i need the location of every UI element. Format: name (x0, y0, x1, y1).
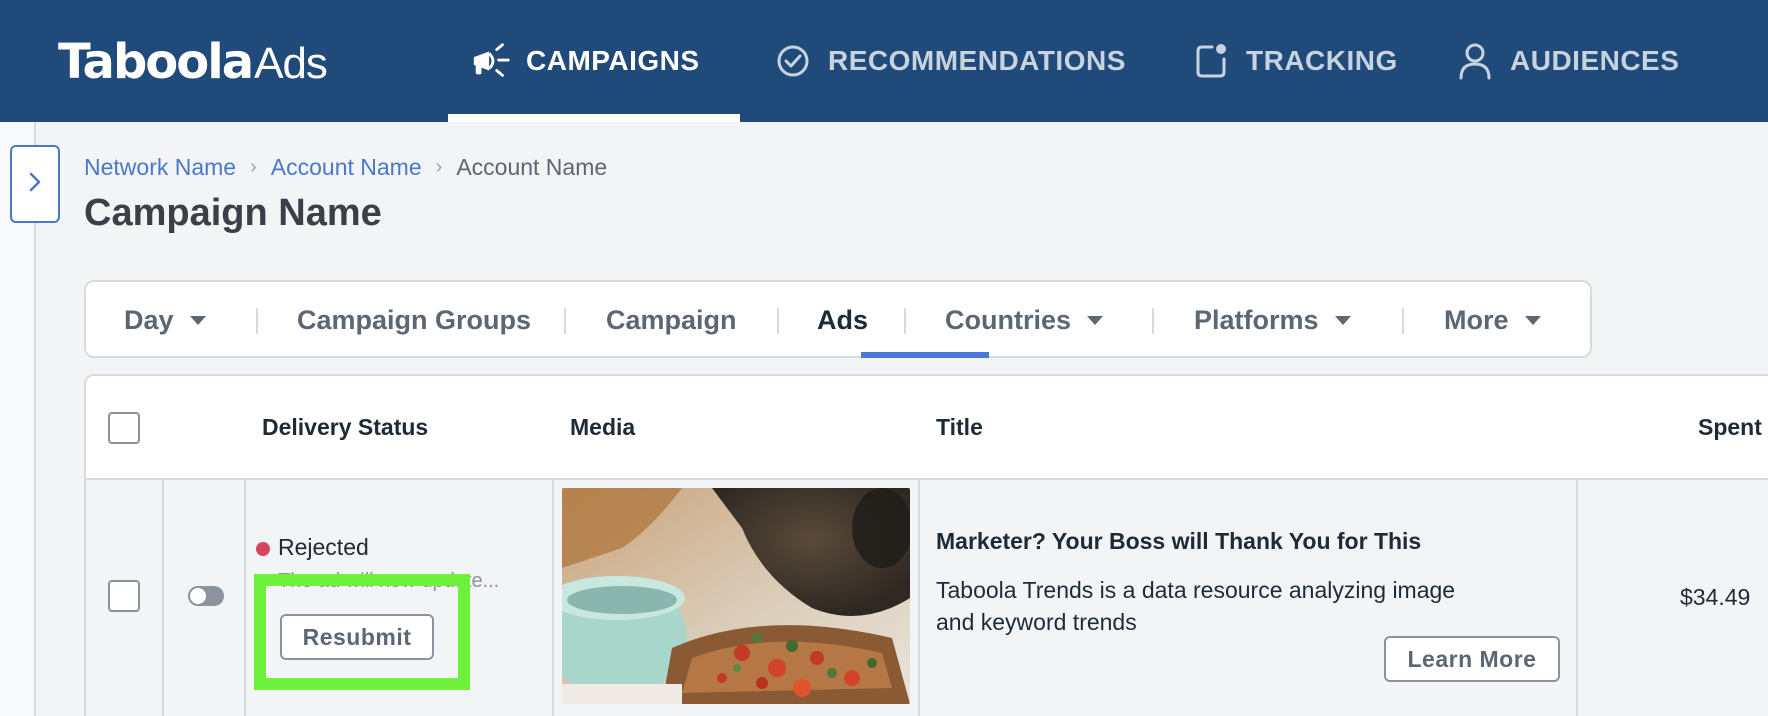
expand-sidebar-button[interactable] (10, 145, 60, 223)
column-header-spent[interactable]: Spent (1698, 414, 1762, 441)
column-header-title[interactable]: Title (936, 414, 983, 441)
tab-divider (1402, 308, 1404, 334)
tab-divider (1152, 308, 1154, 334)
chevron-right-icon: › (435, 156, 443, 178)
tab-ads[interactable]: Ads (817, 282, 868, 358)
tab-campaign[interactable]: Campaign (606, 282, 737, 358)
nav-item-label: RECOMMENDATIONS (828, 45, 1126, 76)
ads-table: Delivery Status Media Title Spent Reject… (84, 374, 1768, 716)
spent-value: $34.49 (1680, 584, 1751, 610)
megaphone-icon (470, 40, 512, 82)
caret-down-icon (1524, 315, 1541, 325)
column-header-delivery-status[interactable]: Delivery Status (262, 414, 428, 441)
user-icon (1454, 40, 1496, 82)
caret-down-icon (1087, 315, 1104, 325)
top-navigation-bar: Taboola Ads CAMPAIGNS RECOMMENDATIONS TR… (0, 0, 1768, 122)
column-divider (162, 480, 164, 716)
tab-label: Ads (817, 304, 869, 335)
tracking-icon (1190, 40, 1232, 82)
nav-active-indicator (448, 114, 740, 122)
tab-label: Campaign (606, 304, 737, 335)
select-all-checkbox[interactable] (108, 412, 140, 444)
tab-label: Campaign Groups (297, 304, 532, 335)
tab-label: More (1444, 304, 1509, 335)
column-header-media[interactable]: Media (570, 414, 635, 441)
nav-item-recommendations[interactable]: RECOMMENDATIONS (772, 0, 1126, 122)
nav-item-label: AUDIENCES (1510, 45, 1680, 76)
ad-title-text[interactable]: Marketer? Your Boss will Thank You for T… (936, 528, 1421, 555)
ad-description-text: Taboola Trends is a data resource analyz… (936, 577, 1456, 635)
tab-more[interactable]: More (1444, 282, 1541, 358)
row-select-checkbox[interactable] (108, 580, 140, 612)
nav-item-tracking[interactable]: TRACKING (1190, 0, 1398, 122)
tab-label: Countries (945, 304, 1072, 335)
resubmit-button[interactable]: Resubmit (280, 614, 434, 660)
report-tabs: Day Campaign Groups Campaign Ads Countri… (84, 280, 1592, 358)
tab-platforms[interactable]: Platforms (1194, 282, 1351, 358)
nav-item-label: TRACKING (1246, 45, 1398, 76)
logo-main-text: Taboola (58, 34, 254, 90)
tab-day[interactable]: Day (124, 282, 206, 358)
breadcrumb: Network Name › Account Name › Account Na… (84, 154, 607, 181)
chevron-right-icon: › (250, 156, 257, 178)
breadcrumb-network[interactable]: Network Name (84, 154, 236, 181)
tab-divider (777, 308, 779, 334)
taboola-ads-logo[interactable]: Taboola Ads (58, 34, 328, 90)
tab-countries[interactable]: Countries (945, 282, 1104, 358)
tab-label: Platforms (1194, 304, 1319, 335)
logo-sub-text: Ads (254, 39, 328, 88)
tab-divider (564, 308, 566, 334)
delivery-status-text: Rejected (278, 534, 369, 560)
caret-down-icon (1334, 315, 1351, 325)
table-header-row: Delivery Status Media Title Spent (86, 376, 1768, 480)
caret-down-icon (189, 315, 206, 325)
tab-campaign-groups[interactable]: Campaign Groups (297, 282, 531, 358)
column-divider (1576, 480, 1578, 716)
nav-item-label: CAMPAIGNS (526, 45, 700, 76)
nav-item-campaigns[interactable]: CAMPAIGNS (470, 0, 700, 122)
nav-item-audiences[interactable]: AUDIENCES (1454, 0, 1679, 122)
tab-divider (904, 308, 906, 334)
column-divider (552, 480, 554, 716)
status-rejected-dot (256, 542, 270, 556)
learn-more-cta-button[interactable]: Learn More (1384, 636, 1560, 682)
tab-divider (256, 308, 258, 334)
breadcrumb-account[interactable]: Account Name (271, 154, 422, 181)
check-circle-icon (772, 40, 814, 82)
ad-active-toggle[interactable] (188, 586, 224, 606)
column-divider (244, 480, 246, 716)
page-title: Campaign Name (84, 192, 382, 234)
column-divider (918, 480, 920, 716)
ad-thumbnail-image[interactable] (562, 488, 910, 704)
chevron-right-icon (27, 171, 43, 198)
tab-label: Day (124, 304, 174, 335)
breadcrumb-current: Account Name (456, 154, 608, 180)
